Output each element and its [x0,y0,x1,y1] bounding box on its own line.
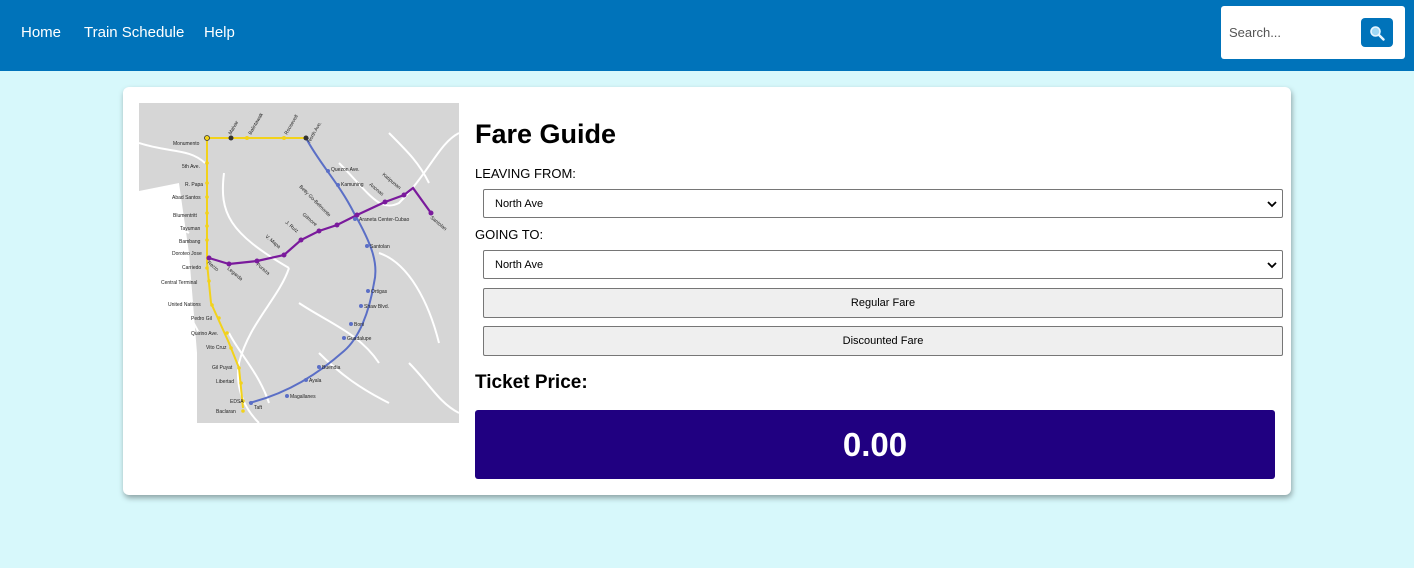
station-label: Guadalupe [347,336,372,342]
top-navbar: Home Train Schedule Help [0,0,1414,71]
station-label: United Nations [168,302,201,308]
ticket-price-label: Ticket Price: [475,372,588,393]
station-label: Quirino Ave. [191,331,218,337]
train-map-image: Monumento 5th Ave. R. Papa Abad Santos B… [139,103,459,423]
station-label: Santolan [370,244,390,250]
nav-train-schedule-link[interactable]: Train Schedule [84,24,184,42]
station-label: Boni [354,322,364,328]
search-input[interactable] [1229,21,1357,43]
leaving-from-label: LEAVING FROM: [475,166,576,181]
going-to-value: North Ave [495,258,544,271]
station-label: Bambang [179,239,201,245]
station-label: Ortigas [371,289,388,295]
station-label: 5th Ave. [182,164,200,170]
search-box [1221,6,1405,59]
station-label: Magallanes [290,394,316,400]
station-label: EDSA [230,399,244,405]
station-label: Doroteo Jose [172,251,202,257]
station-label: Quezon Ave. [331,167,360,173]
ticket-price-value: 0.00 [475,410,1275,479]
page-title: Fare Guide [475,119,617,149]
chevron-down-icon [1267,201,1277,208]
station-label: Central Terminal [161,280,197,286]
station-label: Buendia [322,365,341,371]
station-label: Baclaran [216,409,236,415]
nav-help-link[interactable]: Help [204,24,235,42]
going-to-select[interactable]: North Ave [483,250,1283,279]
regular-fare-button[interactable]: Regular Fare [483,288,1283,318]
chevron-down-icon [1267,262,1277,269]
station-label: Araneta Center-Cubao [359,217,410,223]
fare-guide-card: Monumento 5th Ave. R. Papa Abad Santos B… [123,87,1291,495]
search-icon [1370,25,1385,41]
station-label: Ayala [309,378,322,384]
station-label: Gil Puyat [212,365,233,371]
station-label: R. Papa [185,182,203,188]
station-label: Blumentritt [173,213,198,219]
station-label: Vito Cruz [206,345,227,351]
discounted-fare-button[interactable]: Discounted Fare [483,326,1283,356]
station-label: Carriedo [182,265,201,271]
station-label: Abad Santos [172,195,201,201]
leaving-from-value: North Ave [495,197,544,210]
search-button[interactable] [1361,18,1393,47]
station-label: Shaw Blvd. [364,304,389,310]
station-label: Monumento [173,141,200,147]
leaving-from-select[interactable]: North Ave [483,189,1283,218]
nav-home-link[interactable]: Home [21,24,61,42]
station-label: Tayuman [180,226,201,232]
going-to-label: GOING TO: [475,227,544,242]
station-label: Taft [254,405,263,411]
station-label: Libertad [216,379,234,385]
station-label: Kamuning [341,182,364,188]
station-label: Pedro Gil [191,316,212,322]
